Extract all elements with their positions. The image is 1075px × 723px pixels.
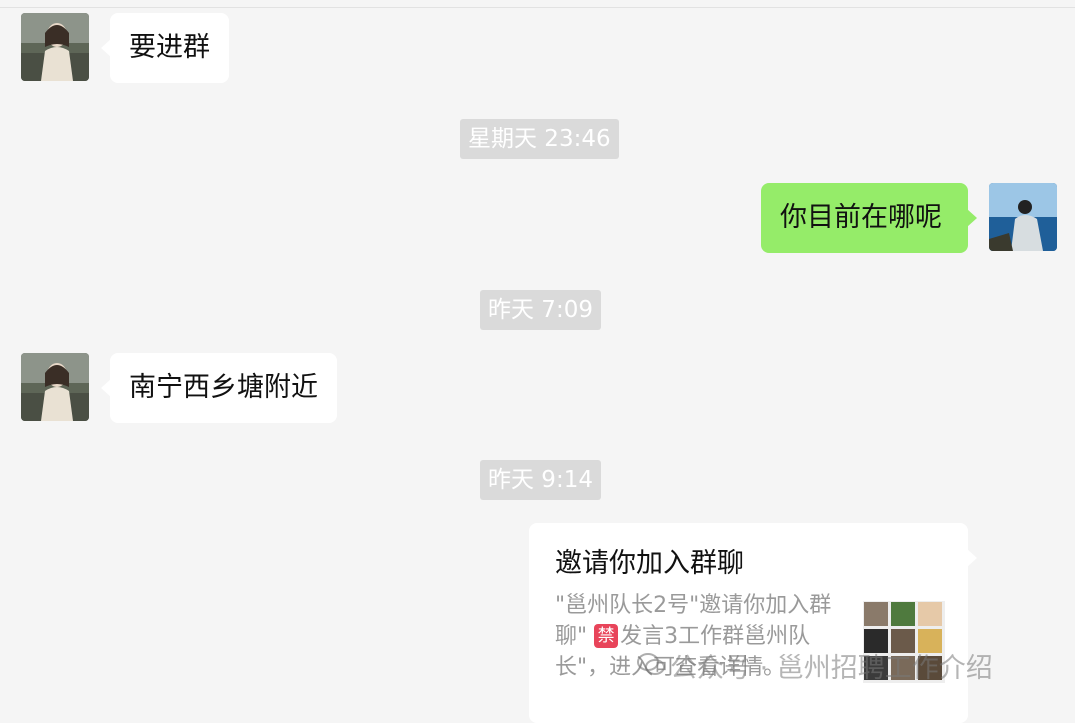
message-timestamp: 星期天 23:46 [460,119,619,159]
member-avatar [864,602,888,626]
contact-avatar[interactable] [21,353,89,421]
ban-badge: 禁 [594,624,619,648]
my-avatar[interactable] [989,183,1057,251]
message-text: 你目前在哪呢 [780,202,942,233]
member-avatar [891,602,915,626]
group-invite-card[interactable]: 邀请你加入群聊 "邕州队长2号"邀请你加入群聊" 禁发言3工作群邕州队长"，进入… [529,523,977,723]
incoming-message-bubble[interactable]: 要进群 [101,13,229,83]
message-text: 要进群 [129,32,210,63]
watermark-text: 公众号 · 邕州招聘工作介绍 [634,646,993,685]
avatar-seaside-image [989,183,1057,251]
invite-card-title: 邀请你加入群聊 [555,548,744,579]
member-avatar [918,602,942,626]
top-divider [0,7,1075,8]
avatar-girl-image [21,13,89,81]
avatar-girl-image [21,353,89,421]
message-timestamp: 昨天 9:14 [480,460,601,500]
outgoing-message-bubble[interactable]: 你目前在哪呢 [761,183,977,253]
message-text: 南宁西乡塘附近 [129,372,318,403]
message-timestamp: 昨天 7:09 [480,290,601,330]
contact-avatar[interactable] [21,13,89,81]
watermark-label: 公众号 · 邕州招聘工作介绍 [670,653,993,684]
incoming-message-bubble[interactable]: 南宁西乡塘附近 [101,353,337,423]
